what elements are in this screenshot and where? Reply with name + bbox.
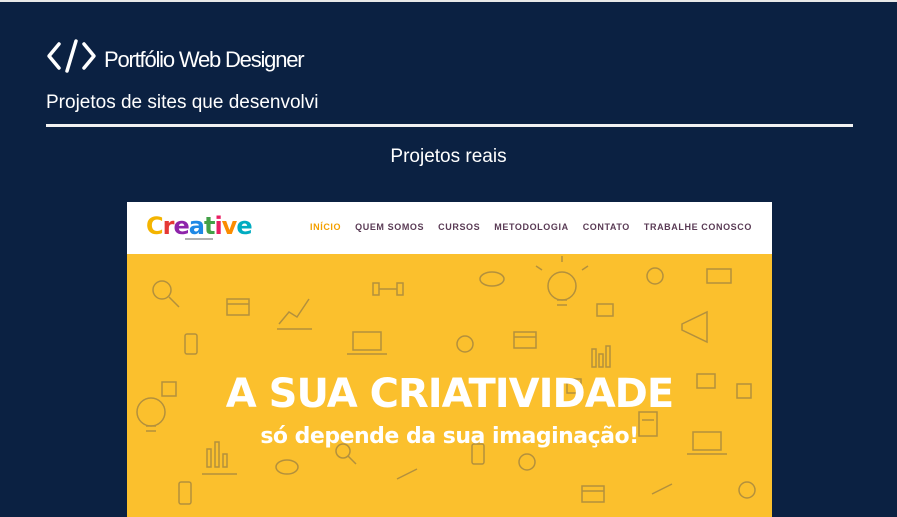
logo-letter: e (236, 212, 252, 240)
preview-menu-item: CONTATO (582, 222, 630, 232)
logo-letter: r (162, 212, 175, 240)
preview-menu: INÍCIO QUEM SOMOS CURSOS METODOLOGIA CONTATO… (310, 222, 752, 232)
page-subtitle: Projetos de sites que desenvolvi (46, 92, 319, 113)
preview-menu-item: CURSOS (438, 222, 481, 232)
hero-title: A SUA CRIATIVIDADE (225, 371, 674, 417)
hero-subtitle: só depende da sua imaginação! (260, 424, 639, 449)
code-icon (47, 39, 96, 73)
project-preview-image[interactable]: Creative INÍCIO QUEM SOMOS CURSOS METODOLOG… (127, 202, 772, 517)
preview-navbar: Creative INÍCIO QUEM SOMOS CURSOS METODOLOG… (127, 202, 772, 254)
divider (46, 124, 853, 127)
preview-menu-item: METODOLOGIA (494, 222, 569, 232)
preview-hero: A SUA CRIATIVIDADE só depende da sua ima… (127, 254, 772, 517)
logo-letter: t (203, 212, 216, 240)
section-title: Projetos reais (390, 146, 507, 167)
preview-menu-item: INÍCIO (310, 222, 342, 232)
creative-logo: Creative (146, 212, 253, 240)
logo-letter: C (146, 212, 164, 240)
logo-letter: a (188, 212, 205, 240)
logo-tagline (185, 238, 213, 240)
preview-menu-item: QUEM SOMOS (355, 222, 425, 232)
logo-letter: e (173, 212, 189, 240)
site-title: Portfólio Web Designer (104, 47, 305, 72)
logo-letter: v (221, 212, 238, 240)
preview-menu-item: TRABALHE CONOSCO (643, 222, 752, 232)
top-border (0, 0, 897, 2)
site-header: Portfólio Web Designer (46, 38, 305, 74)
logo-letter: i (214, 212, 222, 240)
